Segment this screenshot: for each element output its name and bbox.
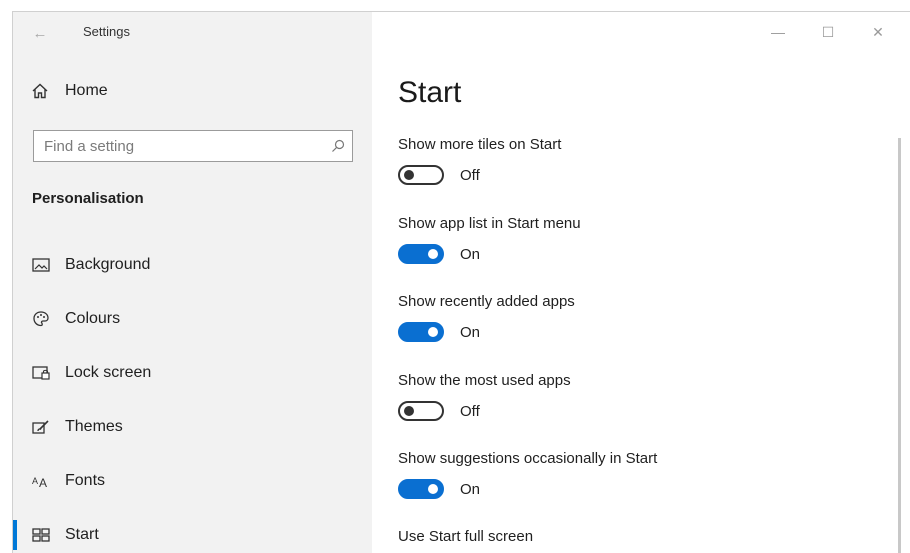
sidebar-item-themes[interactable]: Themes bbox=[13, 400, 372, 454]
window-controls: — ☐ ✕ bbox=[753, 18, 903, 46]
minimize-button[interactable]: — bbox=[753, 18, 803, 46]
palette-icon bbox=[31, 310, 51, 328]
toggle-switch[interactable] bbox=[398, 479, 444, 499]
sidebar-item-label: Lock screen bbox=[65, 364, 152, 381]
main-content: — ☐ ✕ Start Show more tiles on Start Off… bbox=[372, 12, 910, 553]
home-label: Home bbox=[65, 82, 108, 99]
back-arrow-icon: ← bbox=[32, 24, 48, 42]
minimize-icon: — bbox=[771, 24, 785, 40]
svg-text:A: A bbox=[39, 476, 47, 489]
toggle-switch[interactable] bbox=[398, 244, 444, 264]
maximize-icon: ☐ bbox=[821, 23, 835, 40]
close-button[interactable]: ✕ bbox=[853, 18, 903, 46]
app-title: Settings bbox=[83, 24, 130, 39]
close-icon: ✕ bbox=[872, 23, 884, 40]
start-grid-icon bbox=[31, 527, 51, 543]
section-heading: Personalisation bbox=[32, 190, 144, 207]
toggle-state: On bbox=[460, 480, 481, 498]
setting-label: Show the most used apps bbox=[398, 372, 571, 389]
sidebar-item-label: Start bbox=[65, 526, 99, 543]
toggle-state: Off bbox=[460, 402, 480, 420]
svg-text:A: A bbox=[32, 476, 38, 486]
setting-label: Show recently added apps bbox=[398, 293, 575, 310]
brush-icon bbox=[31, 419, 51, 435]
lock-screen-icon bbox=[31, 365, 51, 381]
toggle-more-tiles[interactable]: Off bbox=[398, 165, 561, 185]
sidebar-item-lock-screen[interactable]: Lock screen bbox=[13, 346, 372, 400]
toggle-recently-added[interactable]: On bbox=[398, 322, 575, 342]
sidebar-item-label: Themes bbox=[65, 418, 123, 435]
setting-more-tiles: Show more tiles on Start Off bbox=[398, 136, 561, 185]
sidebar-item-fonts[interactable]: AA Fonts bbox=[13, 454, 372, 508]
sidebar-item-colours[interactable]: Colours bbox=[13, 292, 372, 346]
setting-recently-added: Show recently added apps On bbox=[398, 293, 575, 342]
toggle-state: On bbox=[460, 323, 481, 341]
sidebar-item-start[interactable]: Start bbox=[13, 508, 372, 553]
toggle-state: On bbox=[460, 245, 481, 263]
setting-most-used: Show the most used apps Off bbox=[398, 372, 571, 421]
toggle-state: Off bbox=[460, 166, 480, 184]
sidebar-item-label: Colours bbox=[65, 310, 121, 327]
sidebar-item-background[interactable]: Background bbox=[13, 238, 372, 292]
maximize-button[interactable]: ☐ bbox=[803, 18, 853, 46]
sidebar-item-home[interactable]: Home bbox=[31, 82, 108, 100]
back-button[interactable]: ← bbox=[27, 21, 53, 45]
sidebar-item-label: Fonts bbox=[65, 472, 106, 489]
home-icon bbox=[31, 82, 51, 100]
toggle-switch[interactable] bbox=[398, 401, 444, 421]
settings-window: ← Settings Home Personalisation Backgrou… bbox=[12, 11, 910, 553]
setting-suggestions: Show suggestions occasionally in Start O… bbox=[398, 450, 657, 499]
font-icon: AA bbox=[31, 473, 51, 489]
setting-label: Show suggestions occasionally in Start bbox=[398, 450, 658, 467]
sidebar: ← Settings Home Personalisation Backgrou… bbox=[13, 12, 372, 553]
setting-app-list: Show app list in Start menu On bbox=[398, 215, 581, 264]
setting-label: Show app list in Start menu bbox=[398, 215, 581, 232]
toggle-app-list[interactable]: On bbox=[398, 244, 581, 264]
sidebar-nav: Background Colours Lock screen Themes A … bbox=[13, 238, 372, 553]
scrollbar[interactable] bbox=[898, 138, 901, 553]
search-box[interactable] bbox=[33, 130, 353, 162]
setting-full-screen: Use Start full screen bbox=[398, 528, 533, 545]
setting-label: Use Start full screen bbox=[398, 528, 534, 545]
page-title: Start bbox=[398, 76, 462, 109]
toggle-switch[interactable] bbox=[398, 165, 444, 185]
toggle-most-used[interactable]: Off bbox=[398, 401, 571, 421]
search-icon[interactable] bbox=[324, 139, 352, 153]
search-input[interactable] bbox=[34, 136, 324, 156]
toggle-suggestions[interactable]: On bbox=[398, 479, 657, 499]
sidebar-item-label: Background bbox=[65, 256, 151, 273]
picture-icon bbox=[31, 257, 51, 273]
toggle-switch[interactable] bbox=[398, 322, 444, 342]
setting-label: Show more tiles on Start bbox=[398, 136, 562, 153]
